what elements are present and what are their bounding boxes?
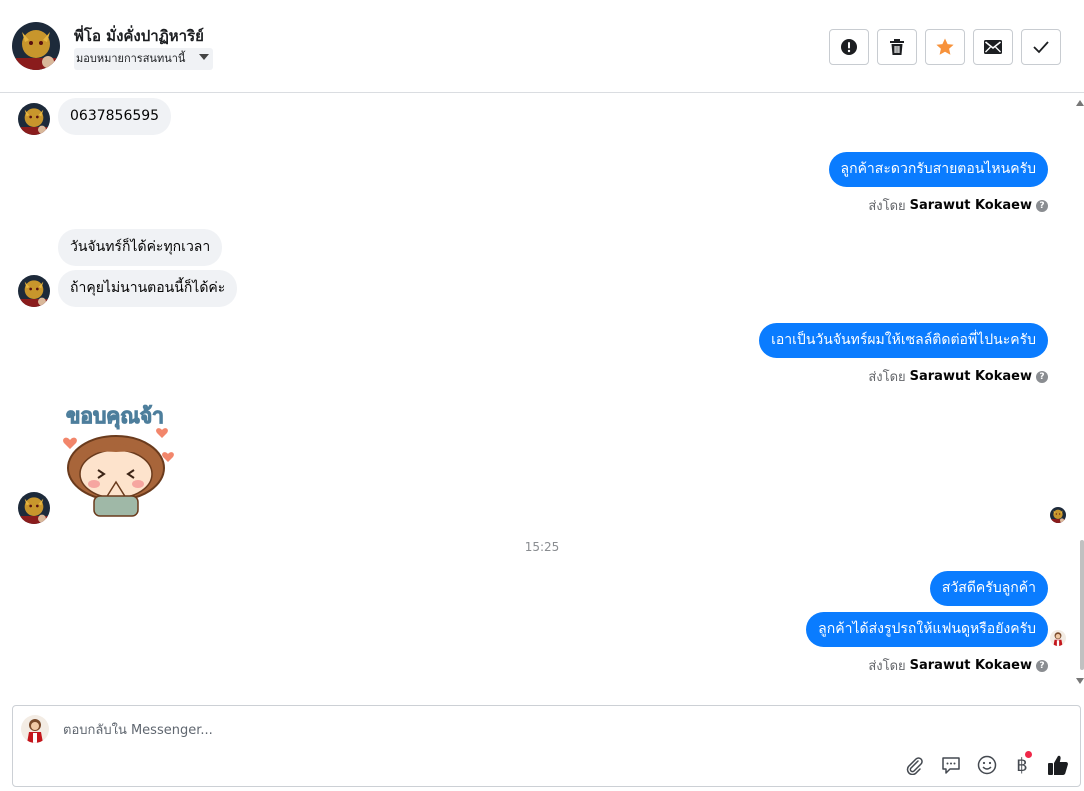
notification-dot — [1025, 751, 1032, 758]
agent-avatar — [21, 715, 49, 743]
report-button[interactable] — [829, 29, 869, 65]
sticker-thank-you[interactable]: ขอบคุณจ้า — [58, 398, 182, 520]
thumbs-up-icon — [1048, 755, 1068, 775]
outgoing-message[interactable]: ลูกค้าสะดวกรับสายตอนไหนครับ — [828, 152, 1048, 187]
sticker-caption: ขอบคุณจ้า — [66, 404, 165, 429]
emoji-icon — [977, 755, 997, 775]
sent-by-prefix: ส่งโดย — [868, 370, 906, 385]
contact-avatar — [18, 275, 50, 307]
like-button[interactable] — [1046, 753, 1070, 777]
message-timestamp: 15:25 — [524, 540, 560, 554]
incoming-message[interactable]: ถ้าคุยไม่นานตอนนี้ก็ได้ค่ะ — [58, 270, 238, 307]
contact-name[interactable]: พี่โอ มั่งคั่งปาฏิหาริย์ — [74, 24, 204, 48]
emoji-button[interactable] — [975, 753, 999, 777]
mark-done-button[interactable] — [1021, 29, 1061, 65]
envelope-icon — [984, 40, 1002, 54]
checkmark-icon — [1033, 41, 1049, 54]
contact-avatar — [18, 103, 50, 135]
sent-by-label: ส่งโดย Sarawut Kokaew ? — [868, 655, 1048, 676]
saved-reply-icon — [942, 757, 960, 774]
assign-label: มอบหมายการสนทนานี้ — [76, 52, 186, 65]
exclamation-circle-icon — [841, 39, 857, 55]
help-icon[interactable]: ? — [1036, 199, 1048, 212]
caret-down-icon — [199, 54, 210, 60]
help-icon[interactable]: ? — [1036, 659, 1048, 672]
assign-conversation-dropdown[interactable]: มอบหมายการสนทนานี้ — [74, 48, 214, 70]
star-icon — [936, 38, 954, 55]
mark-unread-button[interactable] — [973, 29, 1013, 65]
agent-name[interactable]: Sarawut Kokaew — [910, 198, 1032, 213]
conversation-header: พี่โอ มั่งคั่งปาฏิหาริย์ มอบหมายการสนทนา… — [0, 0, 1084, 93]
saved-replies-button[interactable] — [939, 753, 963, 777]
outgoing-message[interactable]: เอาเป็นวันจันทร์ผมให้เซลล์ติดต่อพี่ไปนะค… — [759, 323, 1048, 358]
payment-button[interactable]: ฿ — [1010, 751, 1034, 777]
incoming-message[interactable]: 0637856595 — [58, 98, 172, 135]
seen-avatar — [1050, 630, 1066, 646]
contact-avatar[interactable] — [12, 22, 60, 70]
incoming-message[interactable]: วันจันทร์ก็ได้ค่ะทุกเวลา — [58, 229, 223, 266]
paperclip-icon — [906, 757, 923, 775]
sent-by-label: ส่งโดย Sarawut Kokaew ? — [868, 366, 1048, 387]
contact-avatar — [18, 492, 50, 524]
delete-button[interactable] — [877, 29, 917, 65]
outgoing-message[interactable]: ลูกค้าได้ส่งรูปรถให้แฟนดูหรือยังครับ — [806, 612, 1048, 647]
agent-name[interactable]: Sarawut Kokaew — [910, 369, 1032, 384]
seen-avatar — [1050, 507, 1066, 523]
sent-by-label: ส่งโดย Sarawut Kokaew ? — [868, 195, 1048, 216]
agent-name[interactable]: Sarawut Kokaew — [910, 658, 1032, 673]
scrollbar-thumb[interactable] — [1080, 540, 1084, 670]
attach-button[interactable] — [902, 753, 926, 777]
reply-input[interactable] — [61, 716, 885, 744]
reply-composer: ฿ — [12, 705, 1081, 787]
outgoing-message[interactable]: สวัสดีครับลูกค้า — [929, 571, 1048, 606]
trash-icon — [890, 39, 904, 55]
help-icon[interactable]: ? — [1036, 370, 1048, 383]
star-button[interactable] — [925, 29, 965, 65]
sent-by-prefix: ส่งโดย — [868, 199, 906, 214]
scroll-up-arrow-icon[interactable] — [1076, 100, 1084, 106]
sent-by-prefix: ส่งโดย — [868, 659, 906, 674]
scroll-down-arrow-icon[interactable] — [1076, 678, 1084, 684]
